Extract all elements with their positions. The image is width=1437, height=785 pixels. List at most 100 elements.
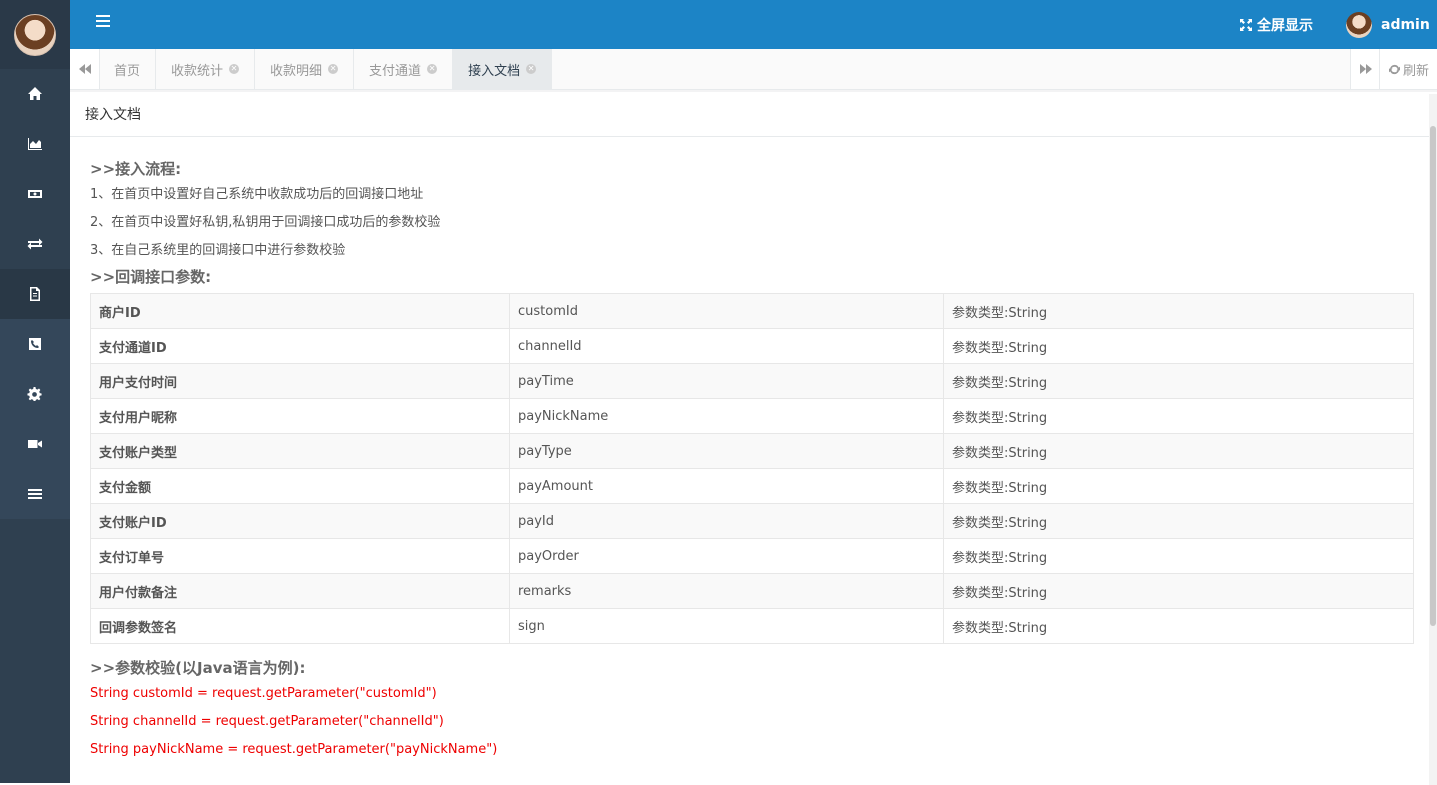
content-area: 接入文档 >>接入流程: 1、在首页中设置好自己系统中收款成功后的回调接口地址 … [70, 90, 1437, 785]
section-title-params: >>回调接口参数: [90, 268, 212, 286]
param-type: 参数类型:String [943, 573, 1414, 609]
top-navbar: 全屏显示 admin [70, 0, 1437, 49]
vertical-scrollbar[interactable] [1429, 94, 1437, 785]
sidebar-item-channels[interactable] [0, 219, 70, 269]
sidebar-item-settings[interactable] [0, 369, 70, 419]
area-chart-icon [28, 138, 42, 150]
avatar[interactable] [14, 13, 56, 56]
param-type: 参数类型:String [943, 608, 1414, 644]
table-row: 回调参数签名 sign 参数类型:String [90, 608, 1414, 644]
scrollbar-thumb[interactable] [1430, 126, 1436, 626]
params-table: 商户ID customId 参数类型:String 支付通道ID channelId 参… [90, 293, 1414, 644]
close-icon[interactable]: ✕ [526, 64, 537, 74]
param-key: customId [509, 293, 944, 329]
param-name: 用户支付时间 [99, 375, 178, 391]
tab-home[interactable]: 首页 [99, 49, 157, 89]
sidebar-item-docs[interactable] [0, 269, 70, 319]
param-name: 支付金额 [99, 480, 152, 496]
param-name: 支付账户ID [99, 515, 167, 531]
sidebar-item-contact[interactable] [0, 319, 70, 369]
param-name: 支付用户昵称 [99, 410, 178, 426]
refresh-label: 刷新 [1402, 63, 1429, 79]
section-title-flow: >>接入流程: [90, 160, 182, 178]
code-line: String payNickName = request.getParamete… [90, 742, 498, 757]
sidebar-item-home[interactable] [0, 69, 70, 119]
param-key: sign [509, 608, 944, 644]
close-icon[interactable]: ✕ [427, 64, 438, 74]
phone-icon [29, 338, 41, 350]
table-row: 商户ID customId 参数类型:String [90, 293, 1414, 329]
param-name: 支付订单号 [99, 550, 165, 566]
param-type: 参数类型:String [943, 433, 1414, 469]
code-line: String customId = request.getParameter("… [90, 686, 437, 701]
gear-icon [27, 386, 42, 402]
expand-icon [1240, 18, 1252, 31]
list-icon [28, 489, 42, 499]
param-key: payTime [509, 363, 944, 399]
section-title-verification: >>参数校验(以Java语言为例): [90, 659, 306, 677]
param-key: payAmount [509, 468, 944, 504]
menu-toggle-icon[interactable] [96, 15, 110, 29]
param-name: 支付账户类型 [99, 445, 178, 461]
param-name: 支付通道ID [99, 340, 167, 356]
sidebar-item-statistics[interactable] [0, 119, 70, 169]
exchange-icon [27, 238, 43, 250]
step-item: 2、在首页中设置好私钥,私钥用于回调接口成功后的参数校验 [90, 215, 441, 230]
tab-collection-stats[interactable]: 收款统计 ✕ [156, 49, 256, 89]
refresh-icon [1388, 64, 1400, 74]
table-row: 支付账户类型 payType 参数类型:String [90, 433, 1414, 469]
param-type: 参数类型:String [943, 468, 1414, 504]
code-line: String channelId = request.getParameter(… [90, 714, 444, 729]
table-row: 支付用户昵称 payNickName 参数类型:String [90, 398, 1414, 434]
param-type: 参数类型:String [943, 538, 1414, 574]
param-key: payOrder [509, 538, 944, 574]
tab-payment-channels[interactable]: 支付通道 ✕ [354, 49, 454, 89]
user-menu[interactable]: admin [1346, 0, 1430, 49]
step-item: 1、在首页中设置好自己系统中收款成功后的回调接口地址 [90, 187, 424, 202]
param-key: remarks [509, 573, 944, 609]
tab-label: 收款明细 [270, 63, 323, 79]
table-row: 用户支付时间 payTime 参数类型:String [90, 363, 1414, 399]
table-row: 支付账户ID payId 参数类型:String [90, 503, 1414, 539]
sidebar-item-video[interactable] [0, 419, 70, 469]
tab-label: 首页 [114, 63, 141, 79]
tabs-bar: 首页 收款统计 ✕ 收款明细 ✕ 支付通道 ✕ 接入文档 ✕ 刷新 [70, 49, 1437, 90]
tabs-scroll-right-button[interactable] [1350, 49, 1380, 89]
docs-body: >>接入流程: 1、在首页中设置好自己系统中收款成功后的回调接口地址 2、在首页… [70, 137, 1437, 764]
fullscreen-label: 全屏显示 [1257, 17, 1313, 34]
param-key: payType [509, 433, 944, 469]
document-icon [30, 287, 40, 301]
username: admin [1381, 16, 1430, 33]
table-row: 支付订单号 payOrder 参数类型:String [90, 538, 1414, 574]
close-icon[interactable]: ✕ [229, 64, 240, 74]
param-type: 参数类型:String [943, 328, 1414, 364]
sidebar [0, 0, 70, 783]
table-row: 用户付款备注 remarks 参数类型:String [90, 573, 1414, 609]
param-name: 用户付款备注 [99, 585, 178, 601]
step-item: 3、在自己系统里的回调接口中进行参数校验 [90, 243, 346, 258]
user-avatar [1346, 11, 1372, 38]
param-name: 商户ID [99, 305, 141, 321]
param-type: 参数类型:String [943, 363, 1414, 399]
tabs-scroll-left-button[interactable] [70, 49, 100, 89]
sidebar-item-payments[interactable] [0, 169, 70, 219]
tab-label: 接入文档 [468, 63, 521, 79]
param-type: 参数类型:String [943, 293, 1414, 329]
close-icon[interactable]: ✕ [328, 64, 339, 74]
tab-label: 收款统计 [171, 63, 224, 79]
fullscreen-button[interactable]: 全屏显示 [1240, 0, 1313, 49]
param-key: channelId [509, 328, 944, 364]
tab-collection-details[interactable]: 收款明细 ✕ [255, 49, 355, 89]
tabs-list: 首页 收款统计 ✕ 收款明细 ✕ 支付通道 ✕ 接入文档 ✕ [99, 49, 553, 89]
sidebar-item-more[interactable] [0, 469, 70, 519]
param-type: 参数类型:String [943, 398, 1414, 434]
video-camera-icon [28, 440, 42, 448]
param-key: payNickName [509, 398, 944, 434]
param-type: 参数类型:String [943, 503, 1414, 539]
refresh-button[interactable]: 刷新 [1379, 49, 1437, 89]
table-row: 支付金额 payAmount 参数类型:String [90, 468, 1414, 504]
tab-integration-docs[interactable]: 接入文档 ✕ [453, 49, 553, 89]
param-key: payId [509, 503, 944, 539]
money-icon [28, 190, 42, 198]
forward-icon [1359, 64, 1372, 74]
